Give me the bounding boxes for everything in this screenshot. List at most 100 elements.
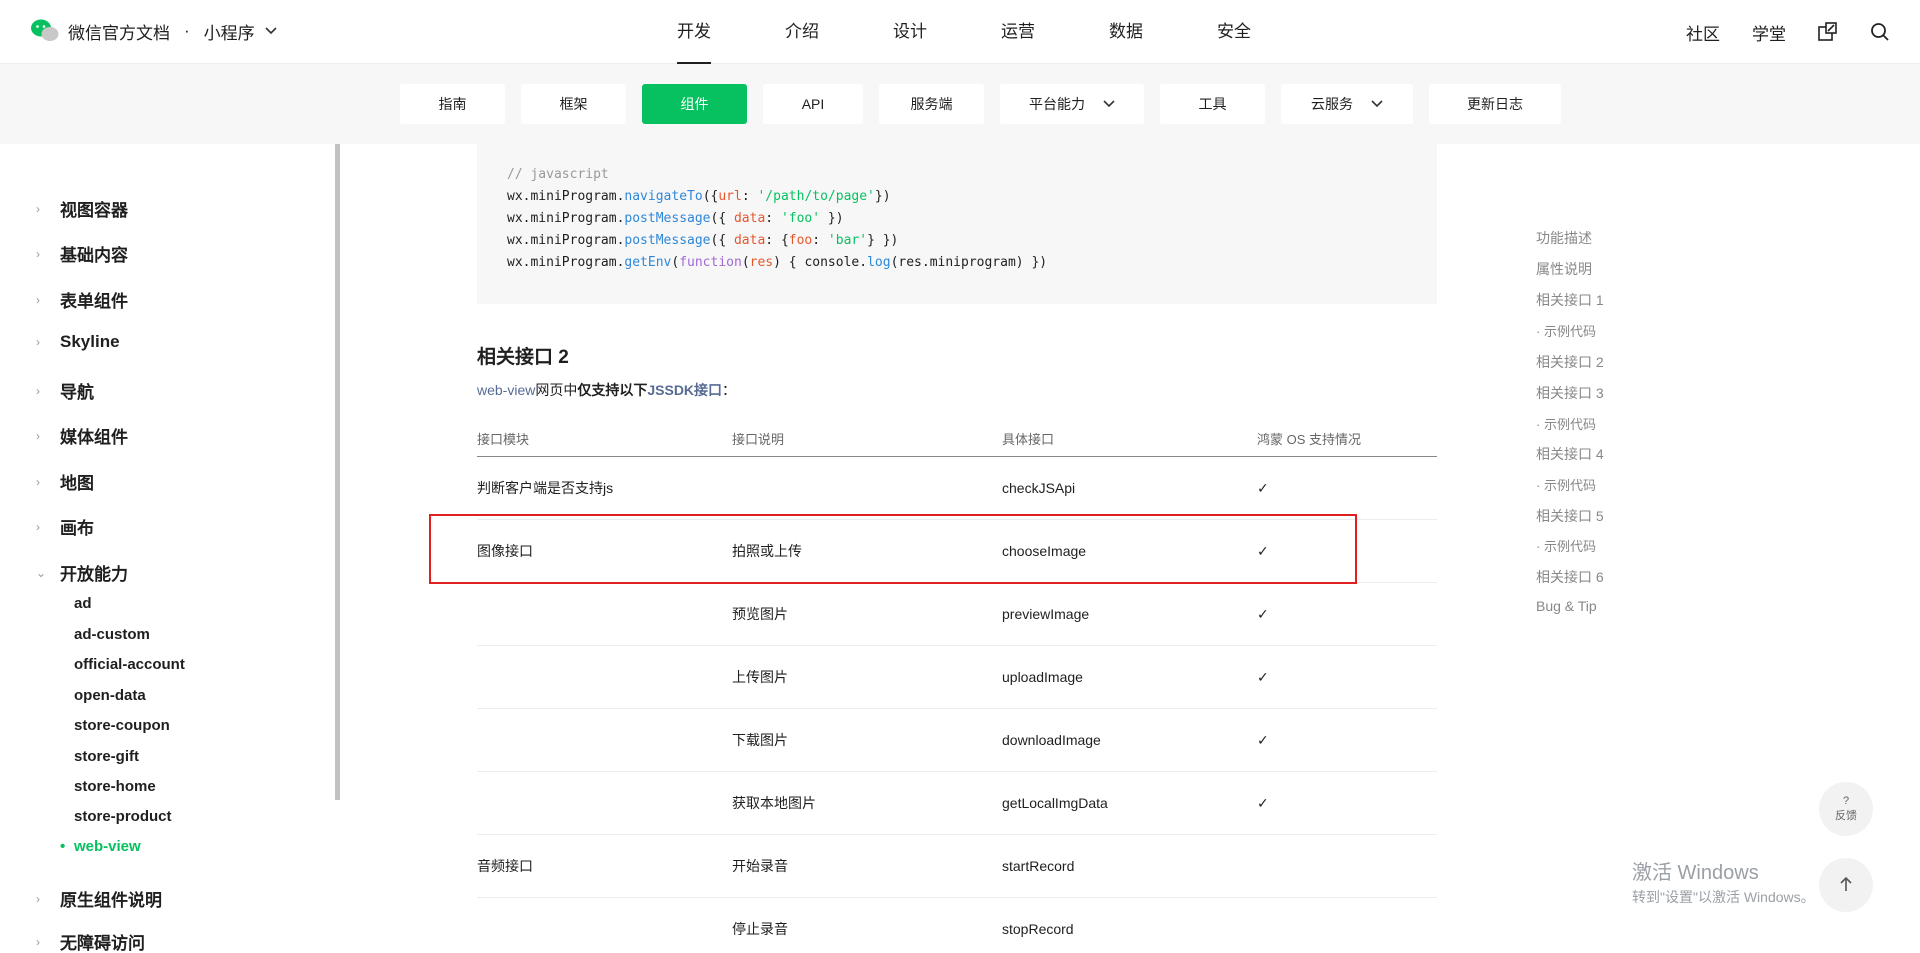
chevron-down-icon [1371,97,1383,111]
sidebar-group-form[interactable]: › 表单组件 [36,287,128,312]
table-cell: startRecord [1002,858,1075,874]
code-object: wx.miniProgram. [507,255,625,270]
tab-label: 更新日志 [1467,96,1523,112]
sidebar-item-open-data[interactable]: open-data [74,687,146,704]
sidebar-group-navigation[interactable]: › 导航 [36,378,94,403]
toc-item[interactable]: 相关接口 5 [1536,506,1604,526]
table-cell: ✓ [1257,731,1269,748]
chevron-right-icon: › [36,934,40,949]
sidebar-item-store-home[interactable]: store-home [74,778,156,795]
code-function: postMessage [624,211,711,226]
table-row: 获取本地图片 getLocalImgData ✓ [477,772,1437,835]
sidebar-group-open-capability[interactable]: ⌄ 开放能力 [36,560,128,585]
brand-title[interactable]: 微信官方文档 [68,19,170,44]
sidebar-group-label: 原生组件说明 [60,891,162,910]
tab-changelog[interactable]: 更新日志 [1429,84,1561,124]
table-row: 上传图片 uploadImage ✓ [477,646,1437,709]
tab-components[interactable]: 组件 [642,84,747,124]
sidebar-group-basic[interactable]: › 基础内容 [36,241,128,266]
sidebar-group-label: 导航 [60,383,94,402]
chevron-right-icon: › [36,383,40,398]
nav-intro[interactable]: 介绍 [748,0,856,64]
chevron-right-icon: › [36,201,40,216]
toc-item[interactable]: Bug & Tip [1536,598,1597,614]
code-comment: // javascript [507,167,609,182]
chevron-down-icon [1103,97,1115,111]
sidebar-item-store-gift[interactable]: store-gift [74,748,139,765]
sidebar-group-label: 基础内容 [60,246,128,265]
search-icon[interactable] [1870,22,1890,42]
sidebar-group-media[interactable]: › 媒体组件 [36,423,128,448]
toc-item[interactable]: · 示例代码 [1536,536,1596,555]
toc-item[interactable]: 相关接口 2 [1536,352,1604,372]
sidebar-item-store-coupon[interactable]: store-coupon [74,717,170,734]
sidebar-group-native-notes[interactable]: › 原生组件说明 [36,886,162,911]
sidebar-group-canvas[interactable]: › 画布 [36,514,94,539]
tab-guide[interactable]: 指南 [400,84,505,124]
sidebar-item-official-account[interactable]: official-account [74,656,185,673]
community-link[interactable]: 社区 [1686,20,1720,45]
tab-server[interactable]: 服务端 [879,84,984,124]
sidebar-item-ad[interactable]: ad [74,595,92,612]
tab-tools[interactable]: 工具 [1160,84,1265,124]
tab-label: 服务端 [910,96,953,112]
toc-item[interactable]: 属性说明 [1536,259,1592,279]
academy-link[interactable]: 学堂 [1752,20,1786,45]
sidebar-group-label: 无障碍访问 [60,934,145,953]
chevron-down-icon[interactable] [265,24,277,38]
tab-label: 云服务 [1311,96,1353,112]
feedback-button[interactable]: ? 反馈 [1819,782,1873,836]
table-cell: 预览图片 [732,606,788,622]
tab-platform[interactable]: 平台能力 [1000,84,1144,124]
sidebar-item-web-view[interactable]: web-view [60,838,141,855]
tab-cloud[interactable]: 云服务 [1281,84,1413,124]
nav-security[interactable]: 安全 [1180,0,1288,64]
toc-item[interactable]: · 示例代码 [1536,414,1596,433]
toc-item[interactable]: · 示例代码 [1536,321,1596,340]
nav-operations[interactable]: 运营 [964,0,1072,64]
sidebar-scrollbar[interactable] [335,144,340,800]
table-cell: downloadImage [1002,732,1101,748]
jssdk-link[interactable]: JSSDK接口 [647,382,722,398]
toc-item[interactable]: 相关接口 4 [1536,444,1604,464]
open-window-icon[interactable] [1818,22,1838,42]
table-header: 接口模块 接口说明 具体接口 鸿蒙 OS 支持情况 [477,420,1437,457]
sidebar-group-map[interactable]: › 地图 [36,469,94,494]
sidebar-group-accessibility[interactable]: › 无障碍访问 [36,929,145,953]
nav-data[interactable]: 数据 [1072,0,1180,64]
sidebar-group-view-container[interactable]: › 视图容器 [36,196,128,221]
nav-dev[interactable]: 开发 [640,0,748,64]
intro-end: ： [722,382,737,398]
table-cell: 获取本地图片 [732,795,816,811]
sidebar-item-store-product[interactable]: store-product [74,808,172,825]
chevron-right-icon: › [36,474,40,489]
web-view-link[interactable]: web-view [477,382,535,398]
windows-activation-watermark: 激活 Windows 转到"设置"以激活 Windows。 [1632,856,1815,907]
toc-item[interactable]: · 示例代码 [1536,475,1596,494]
feedback-label: 反馈 [1835,810,1857,822]
annotation-highlight-box [429,514,1357,584]
nav-design[interactable]: 设计 [856,0,964,64]
table-cell: stopRecord [1002,921,1074,937]
back-to-top-button[interactable] [1819,858,1873,912]
table-row: 下载图片 downloadImage ✓ [477,709,1437,772]
code-text: (res.miniprogram) }) [890,255,1048,270]
tab-api[interactable]: API [763,84,863,124]
sidebar-item-ad-custom[interactable]: ad-custom [74,626,150,643]
section-switch[interactable]: 小程序 [204,19,255,44]
sidebar-group-label: 开放能力 [60,565,128,584]
sidebar-group-skyline[interactable]: › Skyline [36,332,120,352]
tab-framework[interactable]: 框架 [521,84,626,124]
code-text: { console. [788,255,868,270]
toc-item[interactable]: 相关接口 6 [1536,567,1604,587]
brand[interactable]: 微信官方文档 · 小程序 [30,18,277,44]
table-row: 音频接口 开始录音 startRecord [477,835,1437,898]
chevron-right-icon: › [36,519,40,534]
toc-item[interactable]: 相关接口 1 [1536,290,1604,310]
code-object: wx.miniProgram. [507,189,625,204]
table-cell: ✓ [1257,479,1269,496]
code-content: // javascript wx.miniProgram.navigateTo(… [507,167,1048,270]
toc-item[interactable]: 相关接口 3 [1536,383,1604,403]
toc-item[interactable]: 功能描述 [1536,228,1592,248]
wechat-logo-icon [30,18,60,44]
